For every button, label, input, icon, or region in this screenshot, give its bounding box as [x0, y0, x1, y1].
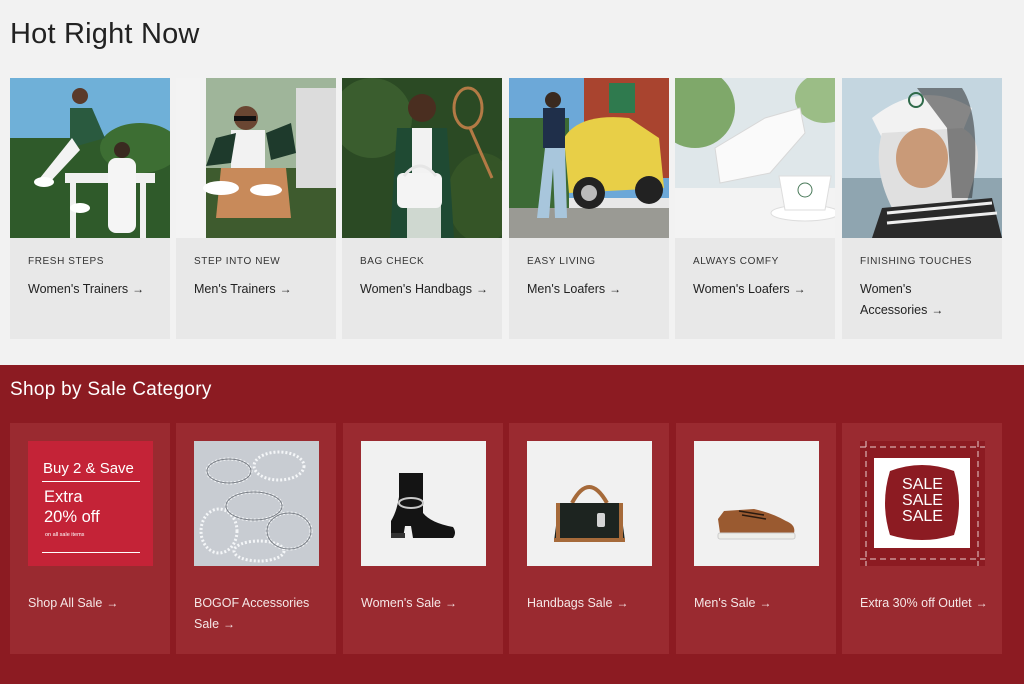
arrow-right-icon: →: [279, 282, 292, 296]
sale-card-outlet[interactable]: SALE SALE SALE Extra 30% off Outlet →: [842, 423, 1002, 654]
hot-card-womens-trainers[interactable]: FRESH STEPS Women's Trainers →: [10, 78, 170, 339]
arrow-right-icon: →: [475, 282, 488, 296]
arrow-right-icon: →: [106, 596, 119, 610]
sale-word: SALE: [902, 492, 943, 509]
ankle-boot-photo: [361, 441, 486, 566]
womens-trainers-photo: [10, 78, 170, 238]
handbag-photo: [527, 441, 652, 566]
sale-pattern-tile: SALE SALE SALE: [860, 441, 985, 566]
hot-card-label: Women's Loafers: [693, 282, 790, 296]
hot-card-link[interactable]: Women's Accessories →: [860, 279, 990, 321]
sale-card-link[interactable]: BOGOF Accessories Sale →: [194, 593, 324, 635]
accessories-jewelry-photo: [194, 441, 319, 566]
arrow-right-icon: →: [223, 617, 236, 631]
promo-offer-line2: 20% off: [44, 508, 100, 526]
sale-card-shop-all[interactable]: Buy 2 & Save Extra 20% off on all sale it…: [10, 423, 170, 654]
hot-card-link[interactable]: Women's Handbags →: [360, 279, 490, 300]
sale-card-womens-sale[interactable]: Women's Sale →: [343, 423, 503, 654]
sale-card-label: Extra 30% off Outlet: [860, 596, 972, 610]
arrow-right-icon: →: [759, 596, 772, 610]
hot-card-womens-loafers[interactable]: ALWAYS COMFY Women's Loafers →: [675, 78, 835, 339]
hot-card-mens-loafers[interactable]: EASY LIVING Men's Loafers →: [509, 78, 669, 339]
promo-headline: Buy 2 & Save: [43, 460, 134, 477]
hot-card-label: Men's Trainers: [194, 282, 276, 296]
sale-card-label: Women's Sale: [361, 596, 441, 610]
sale-card-handbags-sale[interactable]: Handbags Sale →: [509, 423, 669, 654]
sale-card-link[interactable]: Extra 30% off Outlet →: [860, 593, 990, 614]
sale-card-link[interactable]: Men's Sale →: [694, 593, 824, 614]
arrow-right-icon: →: [975, 596, 988, 610]
womens-handbags-photo: [342, 78, 502, 238]
hot-card-label: Men's Loafers: [527, 282, 606, 296]
hot-card-eyebrow: BAG CHECK: [360, 256, 425, 267]
sale-card-label: BOGOF Accessories Sale: [194, 596, 310, 631]
hot-card-womens-accessories[interactable]: FINISHING TOUCHES Women's Accessories →: [842, 78, 1002, 339]
promo-fine-print: on all sale items: [45, 532, 85, 538]
hot-card-mens-trainers[interactable]: STEP INTO NEW Men's Trainers →: [176, 78, 336, 339]
hot-card-link[interactable]: Women's Trainers →: [28, 279, 158, 300]
sale-stack-text: SALE SALE SALE: [860, 477, 985, 525]
promo-offer-line1: Extra: [44, 488, 83, 506]
arrow-right-icon: →: [616, 596, 629, 610]
hot-card-eyebrow: STEP INTO NEW: [194, 256, 281, 267]
hot-card-eyebrow: FRESH STEPS: [28, 256, 105, 267]
hot-card-link[interactable]: Women's Loafers →: [693, 279, 823, 300]
sale-word: SALE: [902, 476, 943, 493]
sale-card-bogof-accessories[interactable]: BOGOF Accessories Sale →: [176, 423, 336, 654]
hot-right-now-section: Hot Right Now FRESH STEPS Women's Traine…: [0, 0, 1024, 365]
womens-accessories-photo: [842, 78, 1002, 238]
sale-card-link[interactable]: Handbags Sale →: [527, 593, 657, 614]
sale-card-label: Shop All Sale: [28, 596, 103, 610]
sale-card-link[interactable]: Shop All Sale →: [28, 593, 158, 614]
hot-card-link[interactable]: Men's Loafers →: [527, 279, 657, 300]
buy-2-save-promo-tile: Buy 2 & Save Extra 20% off on all sale it…: [28, 441, 153, 566]
arrow-right-icon: →: [444, 596, 457, 610]
sale-category-title: Shop by Sale Category: [10, 379, 212, 400]
mens-loafers-photo: [509, 78, 669, 238]
hot-card-eyebrow: EASY LIVING: [527, 256, 596, 267]
mens-trainers-photo: [176, 78, 336, 238]
hot-card-eyebrow: FINISHING TOUCHES: [860, 256, 973, 267]
promo-offer: Extra 20% off: [44, 487, 100, 527]
arrow-right-icon: →: [609, 282, 622, 296]
hot-card-eyebrow: ALWAYS COMFY: [693, 256, 779, 267]
hot-card-womens-handbags[interactable]: BAG CHECK Women's Handbags →: [342, 78, 502, 339]
arrow-right-icon: →: [931, 303, 944, 317]
sale-card-label: Men's Sale: [694, 596, 756, 610]
sale-word: SALE: [902, 508, 943, 525]
mens-shoe-photo: [694, 441, 819, 566]
sale-card-label: Handbags Sale: [527, 596, 613, 610]
sale-card-link[interactable]: Women's Sale →: [361, 593, 491, 614]
hot-card-label: Women's Handbags: [360, 282, 472, 296]
hot-card-label: Women's Accessories: [860, 282, 928, 317]
womens-loafers-photo: [675, 78, 835, 238]
hot-card-label: Women's Trainers: [28, 282, 129, 296]
promo-divider: [42, 552, 140, 553]
hot-card-link[interactable]: Men's Trainers →: [194, 279, 324, 300]
promo-divider: [42, 481, 140, 482]
hot-right-now-title: Hot Right Now: [10, 18, 200, 50]
arrow-right-icon: →: [793, 282, 806, 296]
arrow-right-icon: →: [132, 282, 145, 296]
sale-card-mens-sale[interactable]: Men's Sale →: [676, 423, 836, 654]
sale-category-section: Shop by Sale Category Buy 2 & Save Extra…: [0, 365, 1024, 684]
